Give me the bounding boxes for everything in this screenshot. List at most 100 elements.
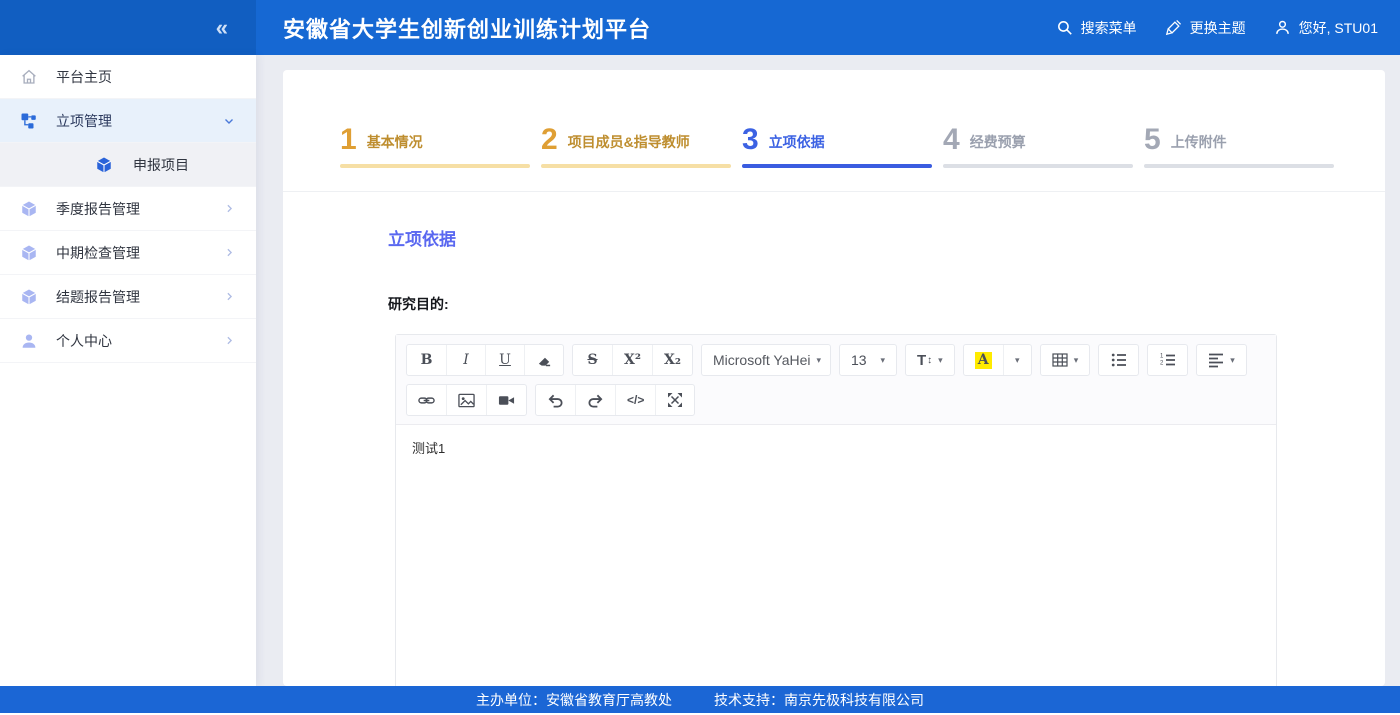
- step-members-teachers[interactable]: 2 项目成员&指导教师: [541, 126, 731, 191]
- svg-text:1: 1: [1160, 353, 1164, 359]
- clear-format-button[interactable]: [524, 345, 563, 375]
- ul-group: [1098, 344, 1139, 376]
- paragraph-style-dropdown[interactable]: T ↕ ▾: [906, 345, 954, 375]
- caret-down-icon: ▾: [938, 355, 943, 366]
- link-icon: [418, 392, 435, 409]
- unordered-list-button[interactable]: [1099, 345, 1138, 375]
- user-menu-button[interactable]: 您好, STU01: [1274, 18, 1378, 38]
- strikethrough-button[interactable]: S: [573, 345, 612, 375]
- step-number: 3: [742, 126, 759, 154]
- insert-video-button[interactable]: [486, 385, 526, 415]
- step-label: 基本情况: [367, 132, 423, 154]
- step-underline: [541, 164, 731, 168]
- ordered-list-button[interactable]: 1 2: [1148, 345, 1187, 375]
- sidebar-item-label: 申报项目: [133, 155, 189, 175]
- ol-group: 1 2: [1147, 344, 1188, 376]
- table-group: ▾: [1040, 344, 1091, 376]
- code-view-button[interactable]: </>: [615, 385, 655, 415]
- svg-text:2: 2: [1160, 360, 1164, 366]
- style-T-icon: T: [917, 352, 926, 369]
- view-group: </>: [535, 384, 695, 416]
- font-family-group: Microsoft YaHei ▾: [701, 344, 831, 376]
- ordered-list-icon: 1 2: [1160, 352, 1176, 368]
- editor-toolbar: B I U S: [396, 335, 1276, 425]
- insert-picture-button[interactable]: [446, 385, 486, 415]
- step-number: 4: [943, 126, 960, 154]
- chevron-right-icon: [223, 334, 236, 347]
- insert-table-dropdown[interactable]: ▾: [1041, 345, 1090, 375]
- step-number: 5: [1144, 126, 1161, 154]
- main-content: 1 基本情况 2 项目成员&指导教师 3 立项依据: [256, 55, 1400, 686]
- step-upload-attachments[interactable]: 5 上传附件: [1144, 126, 1334, 191]
- font-size-dropdown[interactable]: 13 ▾: [840, 345, 896, 375]
- step-label: 上传附件: [1171, 132, 1227, 154]
- step-label: 立项依据: [769, 132, 825, 154]
- page-title: 安徽省大学生创新创业训练计划平台: [283, 12, 651, 44]
- sitemap-icon: [20, 112, 38, 130]
- sidebar-item-project-management[interactable]: 立项管理: [0, 99, 256, 143]
- sidebar-item-label: 个人中心: [56, 331, 112, 351]
- paragraph-align-dropdown[interactable]: ▾: [1197, 345, 1246, 375]
- chevron-right-icon: [223, 202, 236, 215]
- content-card: 1 基本情况 2 项目成员&指导教师 3 立项依据: [283, 70, 1385, 686]
- picture-icon: [458, 392, 475, 409]
- caret-down-icon: ▾: [1074, 355, 1079, 366]
- top-header: « 安徽省大学生创新创业训练计划平台 搜索菜单: [0, 0, 1400, 55]
- underline-button[interactable]: U: [485, 345, 524, 375]
- sidebar-collapse-icon[interactable]: «: [216, 17, 228, 39]
- search-menu-button[interactable]: 搜索菜单: [1056, 18, 1137, 38]
- italic-button[interactable]: I: [446, 345, 485, 375]
- sidebar-item-label: 平台主页: [56, 67, 112, 87]
- step-budget[interactable]: 4 经费预算: [943, 126, 1133, 191]
- insert-link-button[interactable]: [407, 385, 446, 415]
- step-label: 项目成员&指导教师: [568, 132, 690, 154]
- search-icon: [1056, 19, 1074, 37]
- font-color-dropdown[interactable]: ▾: [1003, 345, 1031, 375]
- sidebar-item-label: 季度报告管理: [56, 199, 140, 219]
- sidebar-item-final-reports[interactable]: 结题报告管理: [0, 275, 256, 319]
- change-theme-button[interactable]: 更换主题: [1165, 18, 1246, 38]
- step-project-basis[interactable]: 3 立项依据: [742, 126, 932, 191]
- table-icon: [1052, 352, 1068, 368]
- sidebar-item-declare-project[interactable]: 申报项目: [0, 143, 256, 187]
- script-group: S X² X₂: [572, 344, 693, 376]
- chevron-right-icon: [223, 246, 236, 259]
- redo-icon: [587, 392, 604, 409]
- font-style-group: B I U: [406, 344, 564, 376]
- bold-button[interactable]: B: [407, 345, 446, 375]
- editor-content-area[interactable]: 测试1: [396, 425, 1276, 686]
- richtext-editor: B I U S: [395, 334, 1277, 686]
- step-label: 经费预算: [970, 132, 1026, 154]
- step-wizard: 1 基本情况 2 项目成员&指导教师 3 立项依据: [283, 70, 1385, 192]
- subscript-button[interactable]: X₂: [652, 345, 692, 375]
- cube-icon: [20, 200, 38, 218]
- fullscreen-button[interactable]: [655, 385, 694, 415]
- superscript-button[interactable]: X²: [612, 345, 652, 375]
- sidebar-item-quarterly-reports[interactable]: 季度报告管理: [0, 187, 256, 231]
- unordered-list-icon: [1111, 352, 1127, 368]
- person-icon: [20, 332, 38, 350]
- page-footer: 主办单位：安徽省教育厅高教处 技术支持：南京先极科技有限公司: [0, 686, 1400, 713]
- step-underline: [742, 164, 932, 168]
- sidebar-item-platform-home[interactable]: 平台主页: [0, 55, 256, 99]
- step-underline: [1144, 164, 1334, 168]
- change-theme-label: 更换主题: [1190, 18, 1246, 38]
- undo-button[interactable]: [536, 385, 575, 415]
- section-title: 立项依据: [388, 225, 1385, 250]
- app-window: « 安徽省大学生创新创业训练计划平台 搜索菜单: [0, 0, 1400, 715]
- align-group: ▾: [1196, 344, 1247, 376]
- font-family-dropdown[interactable]: Microsoft YaHei ▾: [702, 345, 830, 375]
- step-underline: [340, 164, 530, 168]
- redo-button[interactable]: [575, 385, 615, 415]
- chevron-right-icon: [223, 290, 236, 303]
- font-color-button[interactable]: A: [964, 345, 1003, 375]
- sidebar-header: «: [0, 0, 256, 55]
- sidebar-item-personal-center[interactable]: 个人中心: [0, 319, 256, 363]
- step-number: 2: [541, 126, 558, 154]
- step-basic-info[interactable]: 1 基本情况: [340, 126, 530, 191]
- cube-icon: [20, 288, 38, 306]
- eraser-icon: [537, 353, 552, 368]
- chevron-down-icon: [222, 114, 236, 128]
- sidebar-item-midterm-check[interactable]: 中期检查管理: [0, 231, 256, 275]
- highlighted-A-icon: A: [975, 352, 992, 369]
